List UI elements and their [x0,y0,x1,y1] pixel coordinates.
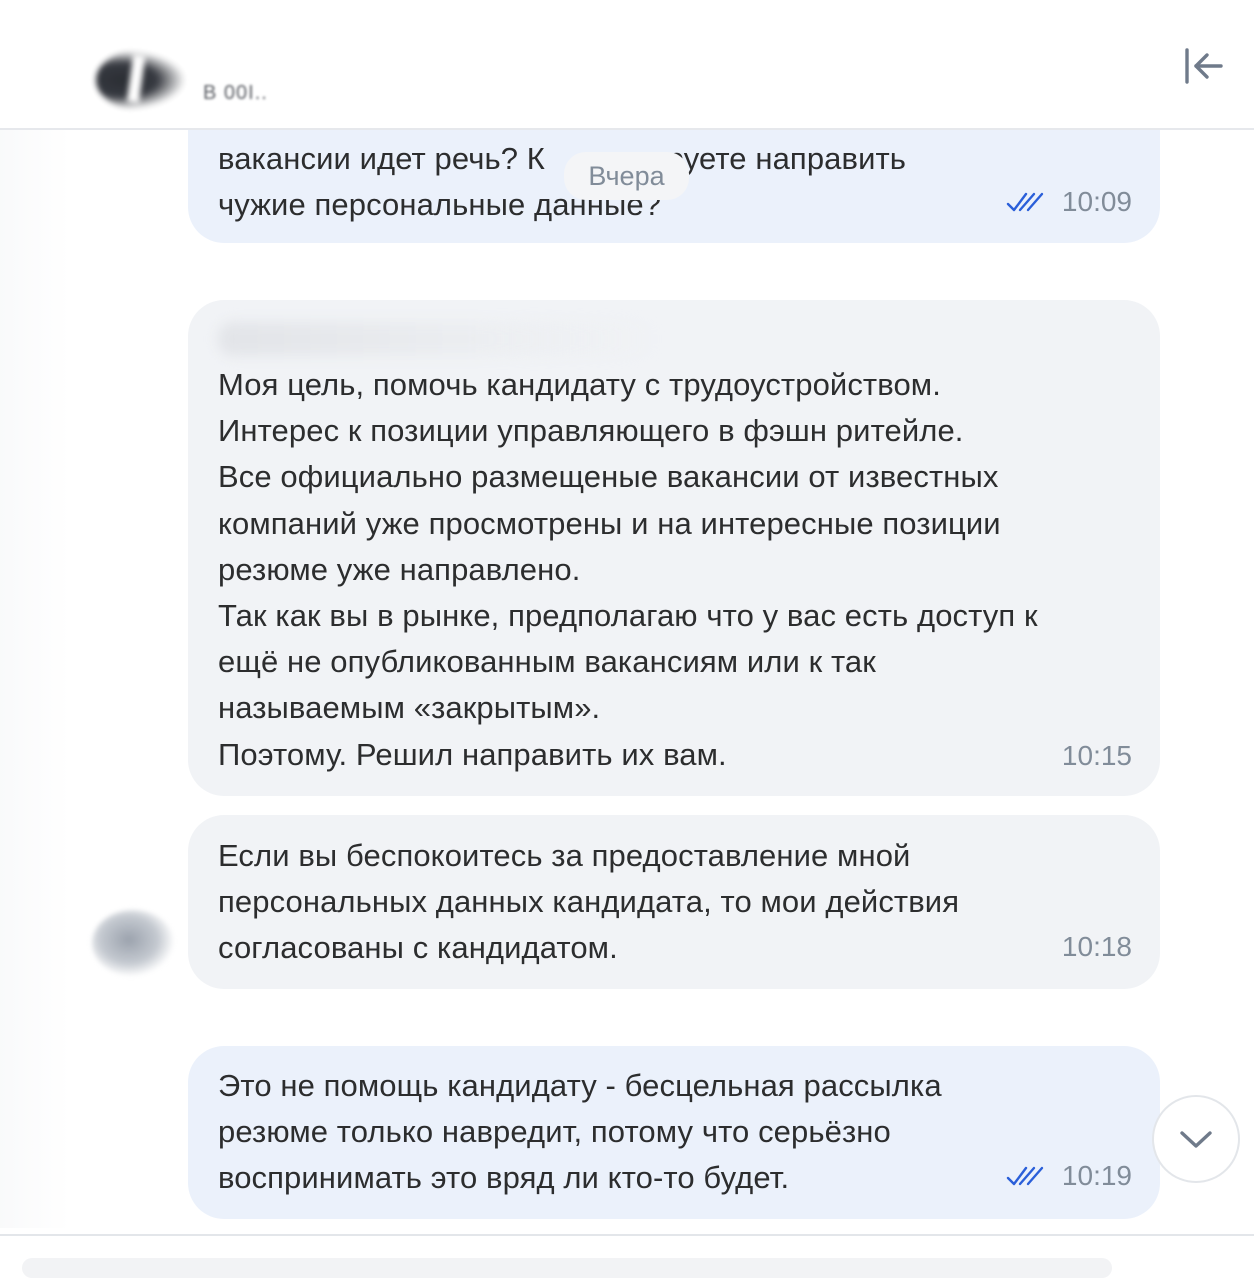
message-bubble-incoming[interactable]: Моя цель, помочь кандидату с трудоустрой… [188,300,1160,796]
double-check-icon [1006,192,1044,212]
message-time: 10:15 [1061,740,1132,771]
date-separator: Вчера [564,152,689,200]
message-time: 10:18 [1061,931,1132,962]
chat-header: B 00I.. [0,0,1254,130]
sender-avatar[interactable] [92,910,174,976]
scroll-to-bottom-button[interactable] [1152,1095,1240,1183]
collapse-panel-button[interactable] [1180,44,1228,88]
contact-name[interactable]: B 00I.. [203,82,268,105]
message-text: Если вы беспокоитесь за предоставление м… [218,838,960,966]
chevron-down-icon [1180,1131,1212,1148]
message-meta: 10:19 [1006,1160,1132,1192]
left-gutter [0,128,70,1228]
message-bubble-incoming[interactable]: Если вы беспокоитесь за предоставление м… [188,815,1160,989]
contact-avatar[interactable] [96,50,186,110]
message-text: Это не помощь кандидату - бесцельная рас… [218,1068,942,1196]
composer-divider [0,1234,1254,1236]
message-meta: 10:18 [1062,931,1132,963]
message-meta: 10:09 [1006,186,1132,218]
message-text: Моя цель, помочь кандидату с трудоустрой… [218,367,1038,772]
double-check-icon [1006,1166,1044,1186]
message-composer[interactable] [22,1258,1112,1278]
message-bubble-outgoing[interactable]: Это не помощь кандидату - бесцельная рас… [188,1046,1160,1219]
message-time: 10:09 [1061,186,1132,217]
sender-name [218,322,658,356]
message-meta: 10:15 [1062,740,1132,772]
message-time: 10:19 [1061,1160,1132,1191]
collapse-panel-icon [1185,48,1223,84]
message-text: вакансии идет речь? К планируете направи… [218,141,907,223]
